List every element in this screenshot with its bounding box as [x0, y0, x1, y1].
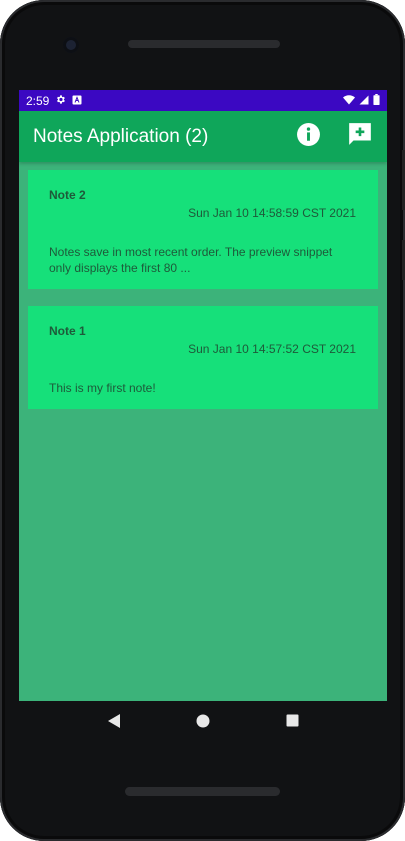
note-snippet: Notes save in most recent order. The pre…	[49, 245, 333, 275]
bottom-speaker	[125, 787, 280, 796]
recents-button[interactable]	[280, 711, 304, 735]
notification-a-icon	[72, 94, 82, 108]
screen: 2:59 Notes Application (2) Note 2 Sun Ja…	[19, 90, 387, 701]
back-icon	[107, 713, 121, 734]
earpiece-speaker	[128, 40, 280, 48]
notes-list: Note 2 Sun Jan 10 14:58:59 CST 2021 Note…	[19, 162, 387, 409]
cell-signal-icon	[359, 94, 369, 108]
info-button[interactable]	[296, 122, 321, 152]
add-note-icon	[347, 121, 373, 152]
system-navigation-bar	[19, 701, 387, 745]
app-bar: Notes Application (2)	[19, 111, 387, 162]
note-card[interactable]: Note 1 Sun Jan 10 14:57:52 CST 2021 This…	[28, 306, 378, 409]
home-button[interactable]	[191, 711, 215, 735]
note-title: Note 2	[49, 188, 86, 202]
front-camera	[63, 37, 79, 53]
note-card[interactable]: Note 2 Sun Jan 10 14:58:59 CST 2021 Note…	[28, 170, 378, 289]
add-note-button[interactable]	[347, 121, 373, 152]
settings-gear-icon	[55, 94, 66, 108]
phone-frame: 2:59 Notes Application (2) Note 2 Sun Ja…	[0, 0, 405, 841]
status-time: 2:59	[26, 93, 50, 108]
note-title: Note 1	[49, 324, 86, 338]
note-date: Sun Jan 10 14:58:59 CST 2021	[188, 206, 356, 220]
app-title: Notes Application (2)	[33, 125, 209, 147]
back-button[interactable]	[102, 711, 126, 735]
battery-icon	[373, 93, 380, 108]
wifi-icon	[343, 94, 355, 108]
note-date: Sun Jan 10 14:57:52 CST 2021	[188, 342, 356, 356]
recents-icon	[286, 714, 299, 732]
note-snippet: This is my first note!	[49, 381, 156, 395]
home-icon	[196, 714, 210, 733]
info-icon	[296, 122, 321, 152]
status-bar: 2:59	[19, 90, 387, 111]
